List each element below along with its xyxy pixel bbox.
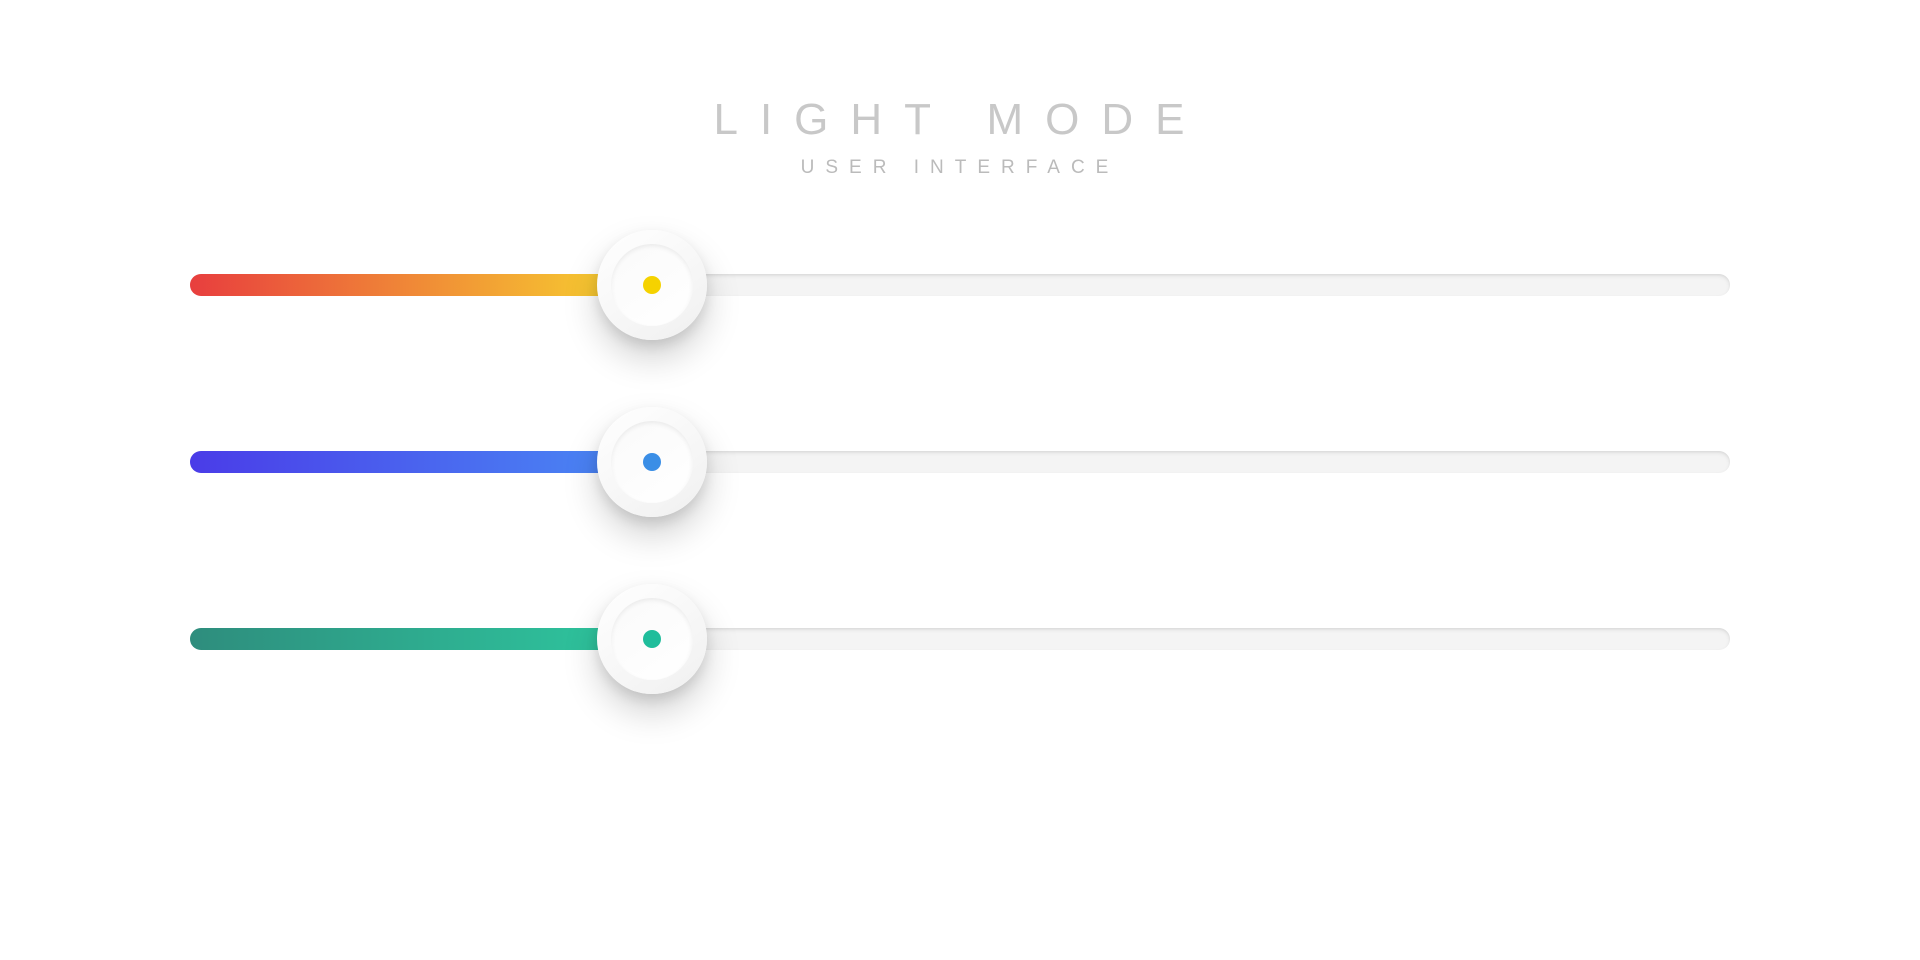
slider-dot-blue [643,453,661,471]
slider-warm[interactable] [190,274,1730,296]
slider-fill-teal [190,628,652,650]
slider-handle-inner-teal [611,598,693,680]
slider-blue[interactable] [190,451,1730,473]
slider-dot-teal [643,630,661,648]
slider-teal[interactable] [190,628,1730,650]
page-title: LIGHT MODE [713,95,1206,145]
slider-dot-warm [643,276,661,294]
slider-handle-teal[interactable] [597,584,707,694]
slider-fill-blue [190,451,652,473]
slider-fill-warm [190,274,652,296]
slider-handle-warm[interactable] [597,230,707,340]
sliders-container [190,274,1730,650]
slider-handle-inner-warm [611,244,693,326]
page-subtitle: USER INTERFACE [713,157,1206,179]
slider-handle-blue[interactable] [597,407,707,517]
heading-block: LIGHT MODE USER INTERFACE [713,95,1206,179]
slider-handle-inner-blue [611,421,693,503]
